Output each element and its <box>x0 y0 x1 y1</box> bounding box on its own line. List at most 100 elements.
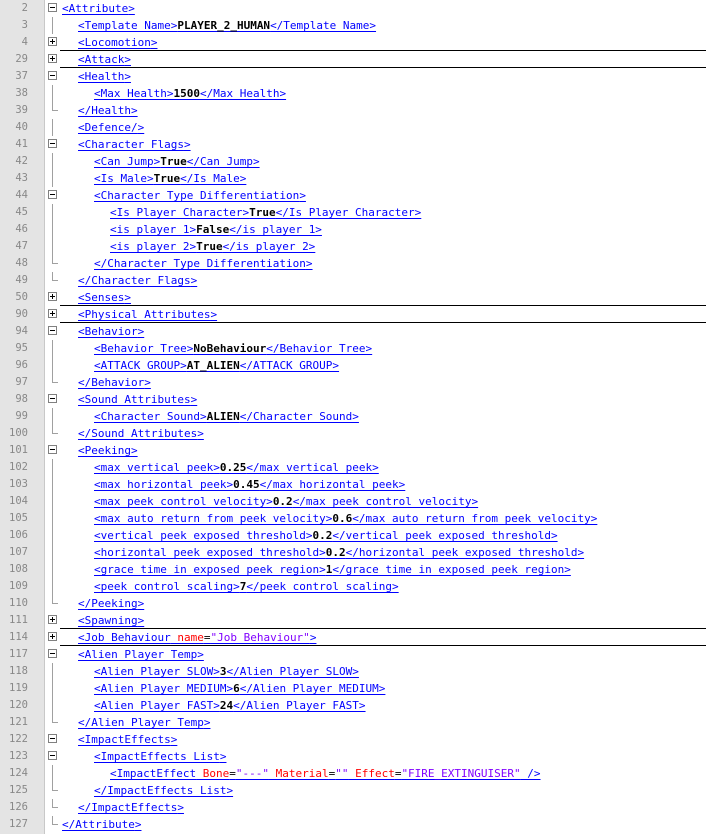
code-line[interactable]: 122 <ImpactEffects> <box>0 731 706 748</box>
expand-fold-icon[interactable] <box>48 292 57 301</box>
code-line[interactable]: 124 <ImpactEffect Bone="---" Material="" … <box>0 765 706 782</box>
code-line[interactable]: 105 <max_auto_return_from_peek_velocity>0… <box>0 510 706 527</box>
xml-tag-end: > <box>177 801 184 814</box>
code-line[interactable]: 94 <Behavior> <box>0 323 706 340</box>
xml-tag-end: > <box>197 427 204 440</box>
collapse-fold-icon[interactable] <box>48 445 57 454</box>
line-number: 2 <box>21 2 28 14</box>
collapse-fold-icon[interactable] <box>48 139 57 148</box>
code-line[interactable]: 102 <max_vertical_peek>0.25</max_vertical… <box>0 459 706 476</box>
code-line[interactable]: 40 <Defence/> <box>0 119 706 136</box>
code-line[interactable]: 96 <ATTACK_GROUP>AT_ALIEN</ATTACK_GROUP> <box>0 357 706 374</box>
xml-tag-end: > <box>124 53 131 66</box>
code-line[interactable]: 109 <peek_control_scaling>7</peek_control… <box>0 578 706 595</box>
xml-open-tag: <is_player_2> <box>110 240 197 253</box>
xml-attribute-value: "---" <box>235 767 269 780</box>
xml-value: 1500 <box>173 87 200 100</box>
line-number: 94 <box>15 325 28 337</box>
code-line[interactable]: 46 <is_player_1>False</is_player_1> <box>0 221 706 238</box>
code-line[interactable]: 121 </Alien_Player_Temp> <box>0 714 706 731</box>
xml-code: <Character_Type_Differentiation> <box>94 187 306 204</box>
code-line[interactable]: 48 </Character_Type_Differentiation> <box>0 255 706 272</box>
code-line[interactable]: 98 <Sound_Attributes> <box>0 391 706 408</box>
collapse-fold-icon[interactable] <box>48 751 57 760</box>
xml-tag-end: > <box>190 393 198 406</box>
collapse-fold-icon[interactable] <box>48 734 57 743</box>
xml-close-tag: </max_peek_control_velocity> <box>292 495 479 508</box>
collapse-fold-icon[interactable] <box>48 3 57 12</box>
code-line[interactable]: 38 <Max_Health>1500</Max_Health> <box>0 85 706 102</box>
code-line[interactable]: 3 <Template_Name>PLAYER_2_HUMAN</Template… <box>0 17 706 34</box>
xml-editor[interactable]: 2 <Attribute> 3 <Template_Name>PLAYER_2_HUM… <box>0 0 706 834</box>
line-number: 119 <box>9 682 28 694</box>
collapse-fold-icon[interactable] <box>48 394 57 403</box>
expand-fold-icon[interactable] <box>48 54 57 63</box>
xml-open-tag: <Behavior_Tree> <box>94 342 194 355</box>
fold-end-marker <box>52 799 58 808</box>
xml-tag-end: > <box>219 750 227 763</box>
xml-open-tag: <vertical_peek_exposed_threshold> <box>94 529 313 542</box>
code-line[interactable]: 95 <Behavior_Tree>NoBehaviour</Behavior_T… <box>0 340 706 357</box>
code-line[interactable]: 47 <is_player_2>True</is_player_2> <box>0 238 706 255</box>
code-line[interactable]: 127 </Attribute> <box>0 816 706 833</box>
code-line[interactable]: 99 <Character_Sound>ALIEN</Character_Soun… <box>0 408 706 425</box>
expand-fold-icon[interactable] <box>48 309 57 318</box>
code-line[interactable]: 50 <Senses> <box>0 289 706 306</box>
code-line[interactable]: 118 <Alien_Player_SLOW>3</Alien_Player_SL… <box>0 663 706 680</box>
collapse-fold-icon[interactable] <box>48 649 57 658</box>
line-number: 4 <box>21 36 28 48</box>
xml-code: <is_player_1>False</is_player_1> <box>110 221 322 238</box>
code-line[interactable]: 114 <Job_Behaviour name="Job Behaviour"> <box>0 629 706 646</box>
xml-code: <horizontal_peek_exposed_threshold>0.2</… <box>94 544 584 561</box>
xml-tag: <ImpactEffects <box>78 733 171 746</box>
fold-guide-line <box>52 459 53 476</box>
line-number: 46 <box>15 223 28 235</box>
code-line[interactable]: 49 </Character_Flags> <box>0 272 706 289</box>
xml-code: </Character_Type_Differentiation> <box>94 255 313 272</box>
fold-guide-line <box>52 663 53 680</box>
code-line[interactable]: 111 <Spawning> <box>0 612 706 629</box>
code-line[interactable]: 90 <Physical_Attributes> <box>0 306 706 323</box>
code-line[interactable]: 101 <Peeking> <box>0 442 706 459</box>
code-line[interactable]: 126 </ImpactEffects> <box>0 799 706 816</box>
code-line[interactable]: 4 <Locomotion> <box>0 34 706 51</box>
code-line[interactable]: 29 <Attack> <box>0 51 706 68</box>
code-line[interactable]: 107 <horizontal_peek_exposed_threshold>0.… <box>0 544 706 561</box>
collapse-fold-icon[interactable] <box>48 71 57 80</box>
code-line[interactable]: 39 </Health> <box>0 102 706 119</box>
code-line[interactable]: 37 <Health> <box>0 68 706 85</box>
xml-open-tag: <peek_control_scaling> <box>94 580 240 593</box>
collapse-fold-icon[interactable] <box>48 190 57 199</box>
code-line[interactable]: 120 <Alien_Player_FAST>24</Alien_Player_F… <box>0 697 706 714</box>
code-lines[interactable]: 2 <Attribute> 3 <Template_Name>PLAYER_2_HUM… <box>0 0 706 833</box>
xml-tag-end: > <box>299 189 306 202</box>
line-number: 100 <box>9 427 28 439</box>
expand-fold-icon[interactable] <box>48 632 57 641</box>
code-line[interactable]: 110 </Peeking> <box>0 595 706 612</box>
expand-fold-icon[interactable] <box>48 37 57 46</box>
code-line[interactable]: 123 <ImpactEffects_List> <box>0 748 706 765</box>
code-line[interactable]: 45 <Is_Player_Character>True</Is_Player_C… <box>0 204 706 221</box>
fold-guide-line <box>52 340 53 357</box>
code-line[interactable]: 117 <Alien_Player_Temp> <box>0 646 706 663</box>
code-line[interactable]: 119 <Alien_Player_MEDIUM>6</Alien_Player_… <box>0 680 706 697</box>
xml-code: <Can_Jump>True</Can_Jump> <box>94 153 260 170</box>
code-line[interactable]: 100 </Sound_Attributes> <box>0 425 706 442</box>
code-line[interactable]: 104 <max_peek_control_velocity>0.2</max_p… <box>0 493 706 510</box>
code-line[interactable]: 41 <Character_Flags> <box>0 136 706 153</box>
expand-fold-icon[interactable] <box>48 615 57 624</box>
code-line[interactable]: 125 </ImpactEffects_List> <box>0 782 706 799</box>
code-line[interactable]: 44 <Character_Type_Differentiation> <box>0 187 706 204</box>
code-line[interactable]: 106 <vertical_peek_exposed_threshold>0.2<… <box>0 527 706 544</box>
code-line[interactable]: 42 <Can_Jump>True</Can_Jump> <box>0 153 706 170</box>
xml-code: <max_vertical_peek>0.25</max_vertical_pe… <box>94 459 379 476</box>
code-line[interactable]: 97 </Behavior> <box>0 374 706 391</box>
line-number: 48 <box>15 257 28 269</box>
code-line[interactable]: 2 <Attribute> <box>0 0 706 17</box>
fold-end-marker <box>52 782 58 791</box>
xml-code: <Health> <box>78 68 131 85</box>
collapse-fold-icon[interactable] <box>48 326 57 335</box>
code-line[interactable]: 108 <grace_time_in_exposed_peek_region>1<… <box>0 561 706 578</box>
code-line[interactable]: 103 <max_horizontal_peek>0.45</max_horizo… <box>0 476 706 493</box>
code-line[interactable]: 43 <Is_Male>True</Is_Male> <box>0 170 706 187</box>
